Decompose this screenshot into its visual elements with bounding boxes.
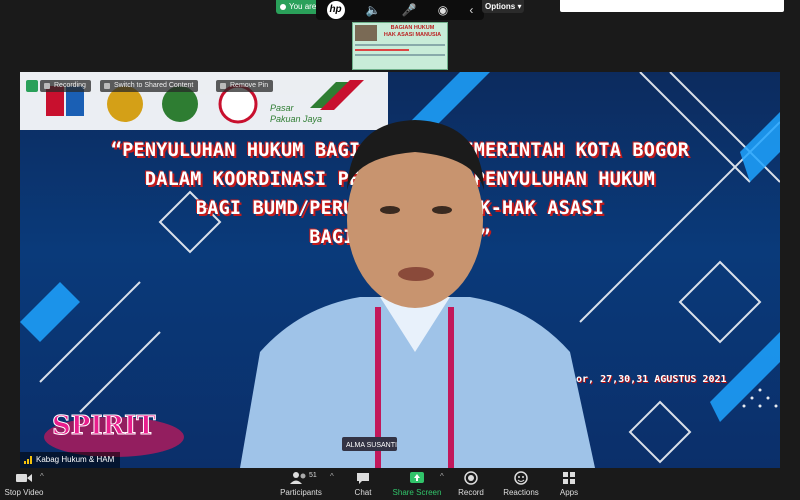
meeting-toolbar: Stop Video ^ 51 Participants ^ Chat Shar…: [0, 468, 800, 500]
apps-grid-icon: [563, 472, 575, 484]
record-button[interactable]: Record: [456, 470, 486, 497]
microphone-icon[interactable]: 🎤: [402, 3, 417, 17]
record-icon: [44, 83, 50, 89]
smiley-icon: [514, 471, 528, 485]
switch-icon: [104, 83, 110, 89]
top-right-panel: [560, 0, 784, 12]
switch-shared-content-button[interactable]: Switch to Shared Content: [100, 80, 199, 92]
video-options-caret-icon[interactable]: ^: [40, 472, 44, 481]
record-icon: [464, 471, 478, 485]
share-screen-button[interactable]: Share Screen: [392, 470, 442, 497]
stop-video-button[interactable]: Stop Video: [4, 470, 44, 497]
thumbnail-line: [355, 49, 409, 51]
svg-text:SPIRIT: SPIRIT: [52, 411, 156, 441]
pin-icon: [220, 83, 226, 89]
share-options-caret-icon[interactable]: ^: [440, 472, 444, 481]
signal-icon: [24, 456, 32, 464]
thumbnail-line: [355, 44, 445, 46]
apps-button[interactable]: Apps: [556, 470, 582, 497]
hp-control-bar: hp 🔈 🎤 ◉ ‹: [316, 0, 484, 20]
chat-bubble-icon: [357, 473, 369, 484]
view-options-button[interactable]: Options ▾: [482, 0, 524, 13]
thumbnail-line: [355, 54, 445, 56]
shared-content-thumbnail[interactable]: BAGIAN HUKUM HAK ASASI MANUSIA: [352, 22, 448, 70]
remove-pin-button[interactable]: Remove Pin: [216, 80, 274, 92]
speaker-name-badge: ALMA SUSANTI: [346, 442, 397, 449]
zoom-meeting-window: You are hp 🔈 🎤 ◉ ‹ Options ▾ BAGIAN HUKU…: [0, 0, 800, 500]
participants-button[interactable]: 51 Participants: [278, 470, 324, 497]
recording-pill[interactable]: Recording: [40, 80, 91, 92]
thumbnail-title-1: BAGIAN HUKUM: [390, 25, 435, 31]
reactions-button[interactable]: Reactions: [502, 470, 540, 497]
participants-count: 51: [309, 472, 317, 479]
thumbnail-image: [355, 25, 377, 41]
recording-dot-icon: [280, 3, 286, 10]
chevron-left-icon[interactable]: ‹: [469, 3, 473, 17]
camera-icon[interactable]: ◉: [438, 3, 448, 17]
encryption-shield-icon[interactable]: [26, 80, 38, 92]
speaker-video[interactable]: Pasar Pakuan Jaya Recording Switch to Sh…: [20, 72, 780, 468]
speaker-person: ALMA SUSANTI: [240, 120, 595, 468]
participants-caret-icon[interactable]: ^: [330, 472, 334, 481]
thumbnail-title-2: HAK ASASI MANUSIA: [383, 32, 442, 38]
hp-logo-icon: hp: [326, 1, 345, 19]
share-screen-icon: [410, 472, 424, 483]
video-camera-icon: [16, 474, 32, 482]
participant-name-tag: Kabag Hukum & HAM: [20, 452, 121, 468]
chat-button[interactable]: Chat: [348, 470, 378, 497]
speaker-icon[interactable]: 🔈: [366, 3, 381, 17]
